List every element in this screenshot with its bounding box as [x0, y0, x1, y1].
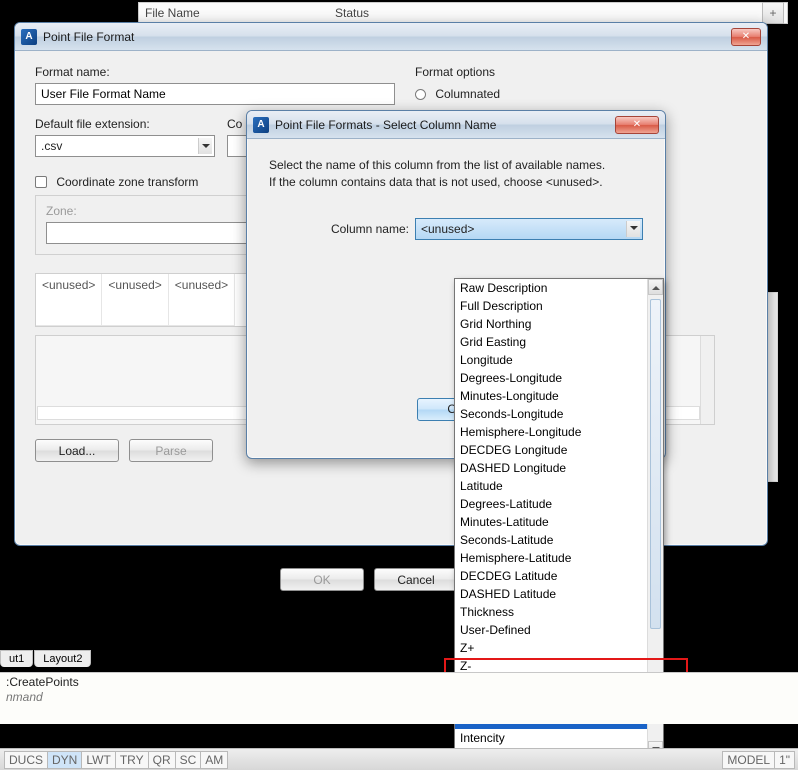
- status-bar: DUCS DYN LWT TRY QR SC AM MODEL 1": [0, 748, 798, 770]
- dropdown-item[interactable]: Degrees-Latitude: [455, 495, 647, 513]
- chevron-down-icon: [626, 221, 640, 237]
- load-button[interactable]: Load...: [35, 439, 119, 462]
- titlebar-2[interactable]: Point File Formats - Select Column Name …: [247, 111, 665, 139]
- status-qr[interactable]: QR: [148, 751, 176, 769]
- dropdown-item[interactable]: Longitude: [455, 351, 647, 369]
- dropdown-item[interactable]: Grid Easting: [455, 333, 647, 351]
- dropdown-item[interactable]: Z+: [455, 639, 647, 657]
- dropdown-item[interactable]: DECDEG Latitude: [455, 567, 647, 585]
- coord-transform-label: Coordinate zone transform: [56, 175, 198, 189]
- column-name-combo[interactable]: <unused>: [415, 218, 643, 240]
- format-options-label: Format options: [415, 65, 747, 79]
- status-am[interactable]: AM: [200, 751, 228, 769]
- dropdown-item[interactable]: Hemisphere-Longitude: [455, 423, 647, 441]
- close-icon[interactable]: ✕: [615, 116, 659, 134]
- app-icon: [21, 29, 37, 45]
- dropdown-item[interactable]: Seconds-Latitude: [455, 531, 647, 549]
- dropdown-item[interactable]: Raw Description: [455, 279, 647, 297]
- dropdown-item[interactable]: Hemisphere-Latitude: [455, 549, 647, 567]
- dropdown-item[interactable]: Grid Northing: [455, 315, 647, 333]
- col-header-1[interactable]: <unused>: [36, 274, 102, 326]
- column-name-label: Column name:: [269, 222, 409, 236]
- format-name-label: Format name:: [35, 65, 395, 79]
- dropdown-item[interactable]: DASHED Longitude: [455, 459, 647, 477]
- default-ext-label: Default file extension:: [35, 117, 215, 131]
- dropdown-item[interactable]: Latitude: [455, 477, 647, 495]
- dropdown-item[interactable]: Seconds-Longitude: [455, 405, 647, 423]
- close-icon[interactable]: ✕: [731, 28, 761, 46]
- dropdown-item[interactable]: Intencity: [455, 729, 647, 747]
- status-dyn[interactable]: DYN: [47, 751, 82, 769]
- status-lwt[interactable]: LWT: [81, 751, 115, 769]
- dropdown-item[interactable]: Degrees-Longitude: [455, 369, 647, 387]
- tab-ut1[interactable]: ut1: [0, 650, 33, 667]
- status-try[interactable]: TRY: [115, 751, 149, 769]
- status-model[interactable]: MODEL: [722, 751, 775, 769]
- coord-transform-checkbox[interactable]: [35, 176, 47, 188]
- format-name-input[interactable]: [35, 83, 395, 105]
- window-title-2: Point File Formats - Select Column Name: [275, 118, 496, 132]
- dropdown-item[interactable]: DECDEG Longitude: [455, 441, 647, 459]
- layout-tabs: ut1 Layout2: [0, 650, 92, 667]
- bg-header-row: File Name Status: [138, 2, 788, 24]
- dropdown-item[interactable]: Thickness: [455, 603, 647, 621]
- titlebar[interactable]: Point File Format ✕: [15, 23, 767, 51]
- preview-vscroll[interactable]: [700, 336, 714, 424]
- window-title: Point File Format: [43, 30, 134, 44]
- app-icon: [253, 117, 269, 133]
- status-sc[interactable]: SC: [175, 751, 202, 769]
- add-file-button[interactable]: +: [762, 2, 784, 24]
- dropdown-item[interactable]: Full Description: [455, 297, 647, 315]
- scroll-up-icon[interactable]: [648, 279, 663, 295]
- command-line[interactable]: :CreatePoints nmand: [0, 672, 798, 724]
- dialog-message: Select the name of this column from the …: [269, 157, 643, 192]
- col-header-2[interactable]: <unused>: [102, 274, 168, 326]
- col-header-3[interactable]: <unused>: [169, 274, 235, 326]
- columnated-radio[interactable]: [415, 89, 426, 100]
- scroll-thumb[interactable]: [650, 299, 661, 629]
- status-scale[interactable]: 1": [774, 751, 795, 769]
- dropdown-item[interactable]: DASHED Latitude: [455, 585, 647, 603]
- under-cancel-button[interactable]: Cancel: [374, 568, 458, 591]
- columnated-label: Columnated: [435, 87, 500, 101]
- dropdown-item[interactable]: Minutes-Longitude: [455, 387, 647, 405]
- parse-button[interactable]: Parse: [129, 439, 213, 462]
- chevron-down-icon: [198, 138, 212, 154]
- default-ext-combo[interactable]: .csv: [35, 135, 215, 157]
- status-ducs[interactable]: DUCS: [4, 751, 48, 769]
- tab-layout2[interactable]: Layout2: [34, 650, 91, 667]
- under-ok-button[interactable]: OK: [280, 568, 364, 591]
- dropdown-item[interactable]: Minutes-Latitude: [455, 513, 647, 531]
- dropdown-item[interactable]: User-Defined: [455, 621, 647, 639]
